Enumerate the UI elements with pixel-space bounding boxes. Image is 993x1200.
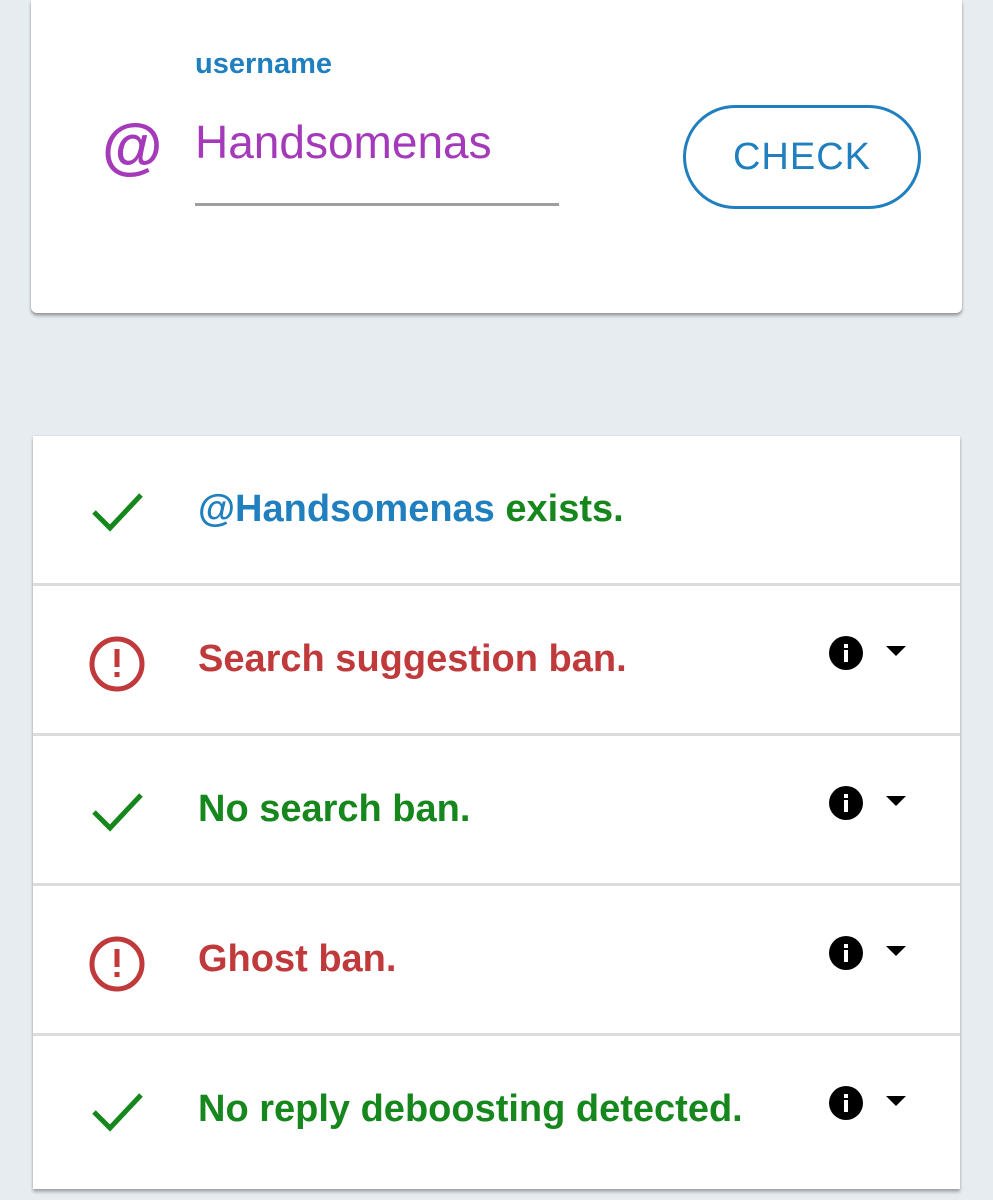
result-row-reply-deboosting[interactable]: No reply deboosting detected. — [33, 1036, 960, 1186]
chevron-down-icon[interactable] — [886, 1096, 906, 1108]
info-icon[interactable] — [829, 636, 863, 670]
check-button[interactable]: CHECK — [683, 105, 921, 209]
chevron-down-icon[interactable] — [886, 646, 906, 658]
result-status-text: exists. — [494, 488, 624, 530]
result-text: @Handsomenas exists. — [198, 488, 624, 531]
result-row-ghost-ban[interactable]: Ghost ban. — [33, 886, 960, 1036]
info-icon[interactable] — [829, 1086, 863, 1120]
results-card: @Handsomenas exists. Search suggestion b… — [33, 436, 960, 1189]
chevron-down-icon[interactable] — [886, 796, 906, 808]
username-card: username @ CHECK — [31, 0, 962, 313]
info-icon[interactable] — [829, 936, 863, 970]
check-icon — [92, 1093, 143, 1132]
result-text: No search ban. — [198, 788, 471, 830]
result-text: Search suggestion ban. — [198, 638, 627, 680]
alert-circle-icon — [89, 936, 145, 992]
alert-circle-icon — [89, 636, 145, 692]
info-icon[interactable] — [829, 786, 863, 820]
result-row-exists: @Handsomenas exists. — [33, 436, 960, 586]
username-label: username — [195, 48, 333, 80]
result-text: Ghost ban. — [198, 938, 397, 980]
username-input[interactable] — [195, 110, 559, 206]
result-row-search-ban[interactable]: No search ban. — [33, 736, 960, 886]
check-icon — [92, 793, 143, 832]
result-row-search-suggestion-ban[interactable]: Search suggestion ban. — [33, 586, 960, 736]
at-icon: @ — [102, 112, 163, 181]
result-text: No reply deboosting detected. — [198, 1088, 743, 1130]
check-icon — [92, 493, 143, 532]
username-handle: @Handsomenas — [198, 488, 495, 530]
chevron-down-icon[interactable] — [886, 946, 906, 958]
